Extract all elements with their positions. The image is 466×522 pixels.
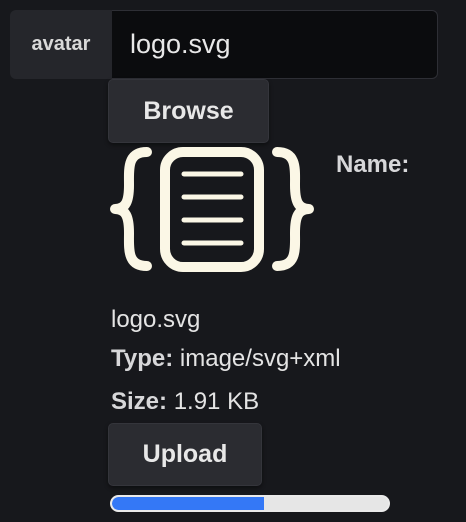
file-input-group: avatar logo.svg <box>10 10 438 79</box>
file-size-line: Size: 1.91 KB <box>111 388 259 416</box>
upload-button[interactable]: Upload <box>108 423 262 486</box>
progress-fill <box>112 497 264 510</box>
file-name-field[interactable]: logo.svg <box>112 10 438 79</box>
size-label: Size: <box>111 388 168 415</box>
size-value: 1.91 KB <box>173 388 260 415</box>
upload-progress-bar <box>110 495 390 512</box>
file-name-text: logo.svg <box>111 306 201 333</box>
file-type-line: Type: image/svg+xml <box>111 345 341 373</box>
name-label: Name: <box>336 151 410 178</box>
field-label: avatar <box>10 10 112 79</box>
browse-button[interactable]: Browse <box>108 79 269 143</box>
type-value: image/svg+xml <box>179 345 341 372</box>
svg-file-icon <box>110 147 314 272</box>
type-label: Type: <box>111 345 174 372</box>
